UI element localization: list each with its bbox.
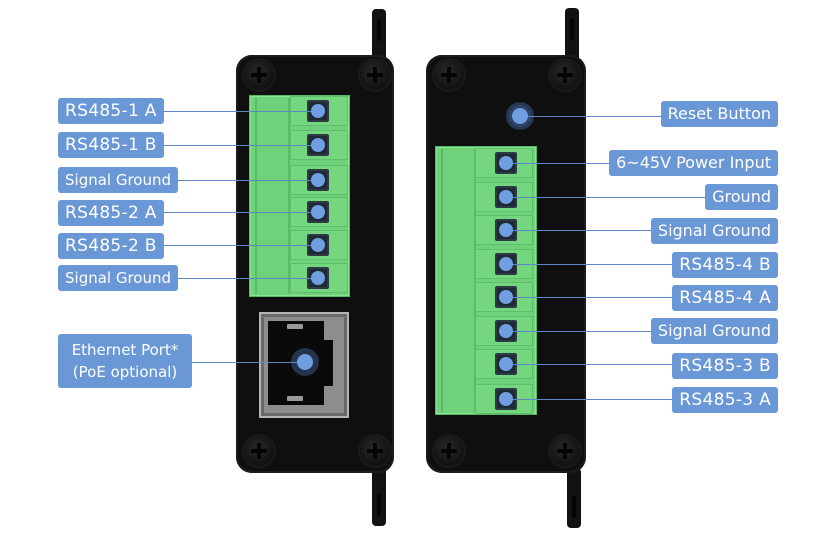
right-mounting-tab-bottom bbox=[567, 468, 581, 528]
marker-dot bbox=[311, 173, 325, 187]
terminal-ridge bbox=[441, 149, 443, 412]
label-rs485-2-a: RS485-2 A bbox=[58, 200, 164, 226]
leader-line bbox=[506, 163, 610, 164]
leader-line bbox=[506, 364, 673, 365]
label-power-input: 6~45V Power Input bbox=[609, 150, 778, 176]
label-signal-ground: Signal Ground bbox=[650, 218, 778, 244]
marker-dot bbox=[311, 138, 325, 152]
marker-dot bbox=[311, 271, 325, 285]
marker-dot bbox=[499, 190, 513, 204]
label-rs485-3-b: RS485-3 B bbox=[672, 353, 778, 379]
leader-line bbox=[506, 399, 673, 400]
label-signal-ground: Signal Ground bbox=[58, 167, 179, 193]
left-mounting-tab-bottom bbox=[372, 466, 386, 526]
leader-line bbox=[163, 111, 318, 112]
marker-dot bbox=[311, 104, 325, 118]
leader-line bbox=[163, 212, 318, 213]
marker-dot bbox=[311, 205, 325, 219]
label-rs485-1-b: RS485-1 B bbox=[58, 132, 164, 158]
ethernet-port-opening bbox=[268, 321, 324, 405]
ethernet-label-line2: (PoE optional) bbox=[72, 363, 178, 381]
leader-line bbox=[192, 362, 305, 363]
label-rs485-2-b: RS485-2 B bbox=[58, 233, 164, 259]
leader-line bbox=[506, 331, 651, 332]
marker-dot bbox=[499, 392, 513, 406]
marker-dot bbox=[499, 357, 513, 371]
screw-icon bbox=[360, 436, 390, 466]
label-signal-ground: Signal Ground bbox=[650, 318, 778, 344]
leader-line bbox=[163, 245, 318, 246]
marker-dot bbox=[297, 354, 313, 370]
screw-icon bbox=[360, 60, 390, 90]
marker-dot bbox=[311, 238, 325, 252]
marker-dot bbox=[499, 223, 513, 237]
leader-line bbox=[506, 297, 673, 298]
leader-line bbox=[520, 116, 661, 117]
ethernet-label-line1: Ethernet Port* bbox=[71, 341, 179, 359]
screw-icon bbox=[550, 436, 580, 466]
leader-line bbox=[506, 230, 651, 231]
screw-icon bbox=[434, 60, 464, 90]
ethernet-port-clip bbox=[287, 396, 303, 401]
leader-line bbox=[178, 180, 318, 181]
marker-dot bbox=[499, 290, 513, 304]
screw-icon bbox=[434, 436, 464, 466]
label-rs485-3-a: RS485-3 A bbox=[672, 387, 778, 413]
ethernet-port-clip bbox=[287, 324, 303, 329]
label-signal-ground: Signal Ground bbox=[58, 265, 179, 291]
ethernet-port-opening bbox=[321, 340, 333, 386]
marker-dot bbox=[499, 156, 513, 170]
screw-icon bbox=[244, 436, 274, 466]
screw-icon bbox=[550, 60, 580, 90]
label-ethernet-port: Ethernet Port* (PoE optional) bbox=[58, 334, 192, 388]
marker-dot bbox=[499, 257, 513, 271]
terminal-ridge bbox=[255, 98, 257, 294]
screw-icon bbox=[244, 60, 274, 90]
label-rs485-4-a: RS485-4 A bbox=[672, 285, 778, 311]
label-rs485-1-a: RS485-1 A bbox=[58, 98, 164, 124]
leader-line bbox=[506, 197, 706, 198]
marker-dot bbox=[512, 108, 528, 124]
label-reset-button: Reset Button bbox=[660, 101, 778, 127]
label-ground: Ground bbox=[705, 184, 778, 210]
label-rs485-4-b: RS485-4 B bbox=[672, 252, 778, 278]
leader-line bbox=[178, 278, 318, 279]
leader-line bbox=[506, 264, 673, 265]
leader-line bbox=[163, 145, 318, 146]
marker-dot bbox=[499, 324, 513, 338]
